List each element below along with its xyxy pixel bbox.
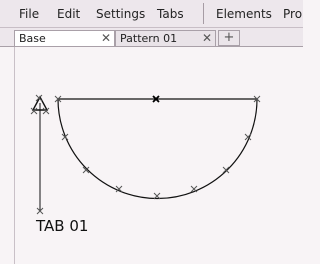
menu-separator [203,3,204,24]
tab-bar: Base ✕ Pattern 01 ✕ + [0,28,303,48]
piece-label: TAB 01 [36,217,89,235]
add-tab-button[interactable]: + [218,30,240,46]
tab-pattern-label: Pattern 01 [120,32,178,45]
menu-pro[interactable]: Pro [283,6,302,22]
menu-edit[interactable]: Edit [57,6,80,22]
menu-bar: File Edit Settings Tabs Elements Pro [0,0,303,28]
close-icon[interactable]: ✕ [202,31,212,46]
menu-settings[interactable]: Settings [96,6,145,22]
pattern-outline [57,98,258,200]
point-marker [222,166,230,174]
tab-pattern-01[interactable]: Pattern 01 ✕ [115,30,216,47]
close-icon[interactable]: ✕ [101,31,111,46]
menu-tabs[interactable]: Tabs [157,6,184,22]
tab-base-label: Base [19,32,46,45]
menu-file[interactable]: File [19,6,39,22]
pattern-points [30,94,261,215]
menu-elements[interactable]: Elements [216,6,272,22]
